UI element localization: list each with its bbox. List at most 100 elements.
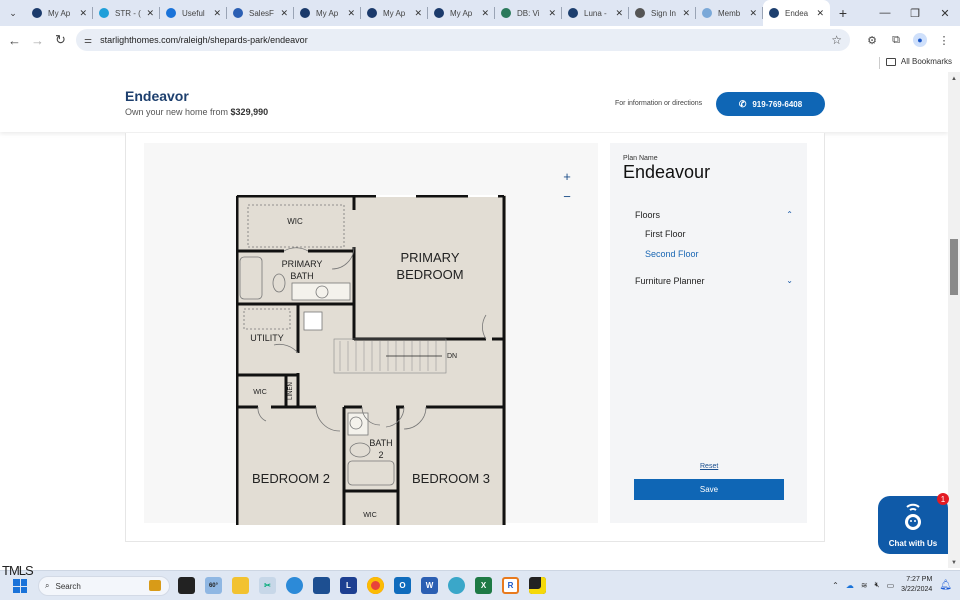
- system-tray: ⌃ ☁ ≋ 🔇︎ ▭ 7:27 PM 3/22/2024 🔔︎: [832, 575, 952, 595]
- furniture-planner-accordion[interactable]: Furniture Planner ⌄: [635, 276, 793, 286]
- reload-button[interactable]: ↻: [49, 32, 72, 48]
- plan-options-panel: Plan Name Endeavour Floors ⌃ First Floor…: [610, 143, 807, 523]
- close-tab-icon[interactable]: ✕: [79, 8, 87, 19]
- chevron-up-icon[interactable]: ⌃: [786, 210, 793, 220]
- stairs-down-label: DN: [447, 353, 457, 360]
- phone-icon: ✆: [738, 98, 747, 109]
- bookmark-star-icon[interactable]: ☆: [831, 33, 842, 47]
- room-label-primary-bath: BATH: [290, 271, 313, 281]
- browser-tab[interactable]: STR - (✕: [93, 0, 160, 26]
- briefcase-icon: [149, 580, 161, 591]
- word-doc-icon: [233, 8, 243, 18]
- sticky-notes-icon[interactable]: [529, 577, 546, 594]
- browser-tab[interactable]: My Ap ✕: [294, 0, 361, 26]
- browser-tab[interactable]: DB: Vi ✕: [495, 0, 562, 26]
- onedrive-icon[interactable]: ☁: [846, 581, 854, 590]
- reset-link[interactable]: Reset: [700, 463, 718, 470]
- close-tab-icon[interactable]: ✕: [280, 8, 288, 19]
- plan-name-label: Plan Name: [623, 155, 658, 162]
- floorplan-viewer[interactable]: + − WIC PRIMARY BATH PRIMARY BEDROOM UTI…: [144, 143, 598, 525]
- extensions-puzzle-icon[interactable]: ⧉: [886, 30, 906, 50]
- weather-icon[interactable]: 60°: [205, 577, 222, 594]
- url-text[interactable]: starlighthomes.com/raleigh/shepards-park…: [100, 35, 308, 45]
- browser-tab[interactable]: Luna - ✕: [562, 0, 629, 26]
- close-tab-icon[interactable]: ✕: [615, 8, 623, 19]
- tray-overflow-chevron-icon[interactable]: ⌃: [832, 581, 839, 590]
- salesforce-cloud-icon: [99, 8, 109, 18]
- back-button[interactable]: ←: [3, 33, 26, 48]
- browser-tab[interactable]: Memb ✕: [696, 0, 763, 26]
- close-tab-icon[interactable]: ✕: [146, 8, 154, 19]
- task-view-icon[interactable]: [178, 577, 195, 594]
- close-tab-icon[interactable]: ✕: [548, 8, 556, 19]
- extension-gear-icon[interactable]: ⚙: [862, 30, 882, 50]
- floor-option-second[interactable]: Second Floor: [645, 249, 699, 259]
- call-phone-button[interactable]: ✆ 919-769-6408: [716, 92, 825, 116]
- floor-option-first[interactable]: First Floor: [645, 229, 686, 239]
- speaker-muted-icon[interactable]: 🔇︎: [875, 580, 880, 590]
- chrome-icon[interactable]: [367, 577, 384, 594]
- taskbar-search[interactable]: ⌕ Search: [38, 576, 170, 596]
- close-tab-icon[interactable]: ✕: [414, 8, 422, 19]
- room-label-utility: UTILITY: [250, 333, 284, 343]
- price: $329,990: [230, 107, 269, 117]
- word-icon[interactable]: W: [421, 577, 438, 594]
- new-tab-button[interactable]: +: [830, 5, 856, 21]
- close-window-button[interactable]: ✕: [930, 0, 960, 26]
- zoom-out-button[interactable]: −: [560, 189, 574, 204]
- star-logo-icon: [769, 8, 779, 18]
- url-omnibox[interactable]: ⚌ starlighthomes.com/raleigh/shepards-pa…: [76, 29, 850, 51]
- wifi-icon[interactable]: ≋: [861, 581, 868, 590]
- l-app-icon[interactable]: L: [340, 577, 357, 594]
- price-subtitle: Own your new home from $329,990: [125, 107, 268, 117]
- tab-search-dropdown[interactable]: ⌄: [0, 0, 26, 26]
- close-tab-icon[interactable]: ✕: [682, 8, 690, 19]
- browser-tab[interactable]: SalesF ✕: [227, 0, 294, 26]
- r-app-icon[interactable]: R: [502, 577, 519, 594]
- close-tab-icon[interactable]: ✕: [481, 8, 489, 19]
- excel-icon[interactable]: X: [475, 577, 492, 594]
- file-explorer-icon[interactable]: [232, 577, 249, 594]
- close-tab-icon[interactable]: ✕: [213, 8, 221, 19]
- zoom-in-button[interactable]: +: [560, 169, 574, 184]
- clock[interactable]: 7:27 PM 3/22/2024: [901, 575, 932, 595]
- restore-button[interactable]: ❐: [900, 0, 930, 26]
- close-tab-icon[interactable]: ✕: [749, 8, 757, 19]
- search-placeholder: Search: [55, 581, 81, 591]
- windows-start-icon[interactable]: [13, 579, 27, 593]
- circle-app-icon: [434, 8, 444, 18]
- tab-title: My Ap: [316, 8, 339, 18]
- scroll-up-arrow[interactable]: ▲: [948, 76, 960, 82]
- battery-icon[interactable]: ▭: [887, 581, 895, 590]
- browser-tab[interactable]: Sign In ✕: [629, 0, 696, 26]
- browser-tab[interactable]: My Ap ✕: [428, 0, 495, 26]
- notification-bell-icon[interactable]: 🔔︎: [939, 580, 952, 591]
- browser-tab[interactable]: My Ap ✕: [361, 0, 428, 26]
- floors-accordion[interactable]: Floors ⌃: [635, 210, 793, 220]
- browser-menu-icon[interactable]: ⋮: [934, 30, 954, 50]
- edge-browser-icon[interactable]: [286, 577, 303, 594]
- page-scrollbar[interactable]: ▲ ▼: [948, 72, 960, 568]
- chat-widget-button[interactable]: Chat with Us 1: [878, 493, 949, 554]
- site-info-icon[interactable]: ⚌: [84, 35, 92, 46]
- profile-avatar-icon[interactable]: ●: [913, 33, 927, 47]
- all-bookmarks-button[interactable]: All Bookmarks: [885, 57, 952, 66]
- close-tab-icon[interactable]: ✕: [347, 8, 355, 19]
- minimize-button[interactable]: —: [870, 0, 900, 26]
- forward-button[interactable]: →: [26, 33, 49, 48]
- microsoft-store-icon[interactable]: [313, 577, 330, 594]
- furniture-planner-label: Furniture Planner: [635, 276, 705, 286]
- snipping-tool-icon[interactable]: ✂: [259, 577, 276, 594]
- app-circle-icon[interactable]: [448, 577, 465, 594]
- outlook-icon[interactable]: O: [394, 577, 411, 594]
- tab-active[interactable]: Endea ✕: [763, 0, 830, 26]
- circle-app-icon: [367, 8, 377, 18]
- scrollbar-thumb[interactable]: [950, 239, 958, 295]
- bookmarks-divider: [879, 57, 880, 69]
- scroll-down-arrow[interactable]: ▼: [948, 560, 960, 566]
- save-button[interactable]: Save: [634, 479, 784, 500]
- close-tab-icon[interactable]: ✕: [816, 8, 824, 19]
- browser-tab[interactable]: Useful ✕: [160, 0, 227, 26]
- browser-tab[interactable]: My Ap ✕: [26, 0, 93, 26]
- chevron-down-icon[interactable]: ⌄: [786, 276, 793, 286]
